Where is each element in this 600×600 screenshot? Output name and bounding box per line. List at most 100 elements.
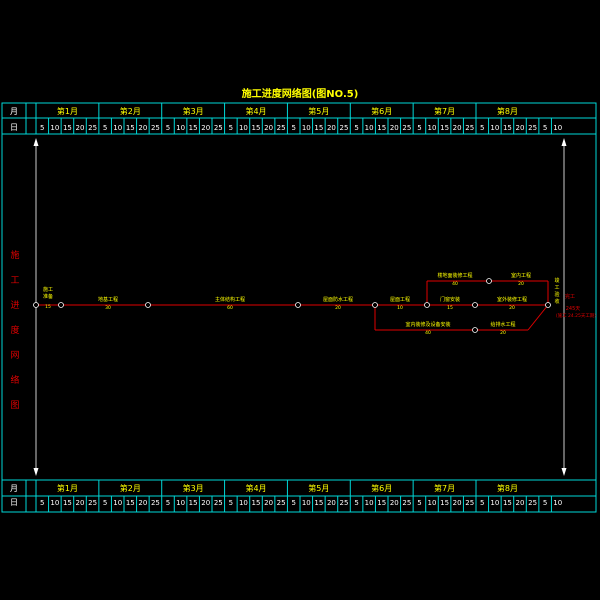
day-label: 15: [63, 124, 72, 132]
activity-line: [527, 304, 549, 331]
day-label: 10: [113, 124, 122, 132]
day-label: 20: [516, 124, 525, 132]
side-title-char: 进: [10, 300, 19, 311]
month-label: 第6月: [371, 106, 392, 116]
day-label: 20: [327, 499, 336, 507]
day-label: 15: [63, 499, 72, 507]
arrow-head: [33, 468, 39, 476]
day-label: 25: [402, 499, 411, 507]
day-label: 10: [490, 124, 499, 132]
task-label: 室内工程: [511, 272, 531, 279]
month-label: 第5月: [308, 483, 329, 493]
task-label: 楼地面装修工程: [437, 272, 472, 279]
month-label: 第1月: [57, 483, 78, 493]
task-duration: 40: [452, 281, 458, 287]
day-label: 5: [354, 499, 358, 507]
day-label: 10: [50, 124, 59, 132]
event-node: [58, 302, 64, 308]
task-duration: 15: [45, 304, 51, 310]
month-label: 第8月: [497, 483, 518, 493]
day-label: 25: [214, 124, 223, 132]
day-label: 10: [365, 499, 374, 507]
day-label: 25: [151, 124, 160, 132]
task-label: 主体结构工程: [215, 296, 245, 303]
day-label: 5: [354, 124, 358, 132]
event-node: [545, 302, 551, 308]
day-label: 5: [417, 499, 421, 507]
month-row-label: 月: [10, 107, 18, 116]
side-title-char: 网: [10, 350, 19, 361]
event-node: [424, 302, 430, 308]
day-label: 5: [543, 124, 547, 132]
side-title-char: 络: [10, 374, 19, 386]
day-label: 10: [302, 124, 311, 132]
day-label: 10: [176, 124, 185, 132]
day-label: 10: [553, 499, 562, 507]
task-label: 室内装修及设备安装: [405, 321, 450, 328]
month-label: 第3月: [183, 106, 204, 116]
day-label: 10: [239, 499, 248, 507]
day-label: 25: [214, 499, 223, 507]
task-label: 验: [554, 291, 559, 298]
task-duration: 20: [500, 330, 506, 336]
day-label: 25: [277, 124, 286, 132]
day-label: 5: [103, 124, 107, 132]
day-label: 25: [340, 124, 349, 132]
event-node: [295, 302, 301, 308]
network-diagram-canvas: 施工进度网络图(图NO.5) 月日第1月5 10 15 20 25第2月5 10 15 20 2…: [1, 87, 597, 513]
day-label: 20: [138, 499, 147, 507]
day-label: 10: [239, 124, 248, 132]
event-node: [472, 327, 478, 333]
day-label: 20: [390, 124, 399, 132]
side-title-char: 度: [10, 324, 19, 336]
task-duration: 15: [447, 305, 453, 311]
day-label: 25: [277, 499, 286, 507]
month-label: 第6月: [371, 483, 392, 493]
task-label: 地基工程: [98, 296, 118, 303]
day-label: 5: [480, 499, 484, 507]
day-label: 20: [138, 124, 147, 132]
day-label: 20: [201, 499, 210, 507]
day-label: 15: [126, 499, 135, 507]
task-duration: 10: [397, 305, 403, 311]
day-label: 15: [503, 124, 512, 132]
day-label: 10: [428, 499, 437, 507]
event-node: [145, 302, 151, 308]
day-label: 10: [365, 124, 374, 132]
event-node: [33, 302, 39, 308]
month-label: 第1月: [57, 106, 78, 116]
day-label: 20: [327, 124, 336, 132]
end-note: 245天: [566, 306, 581, 312]
day-label: 5: [417, 124, 421, 132]
day-label: 25: [340, 499, 349, 507]
arrow-head: [561, 138, 567, 146]
month-label: 第4月: [245, 106, 266, 116]
task-label: 屋面防水工程: [323, 296, 353, 303]
task-labels: 施工准备 15 地基工程 30 主体结构工程 60 屋面防水工程 20 屋面工程 10 门窗安装 15…: [43, 272, 596, 336]
day-label: 15: [440, 499, 449, 507]
task-duration: 20: [509, 305, 515, 311]
task-label: 工: [554, 285, 559, 291]
month-label: 第7月: [434, 106, 455, 116]
day-label: 15: [314, 124, 323, 132]
day-label: 5: [543, 499, 547, 507]
day-label: 15: [252, 124, 261, 132]
task-duration: 40: [425, 330, 431, 336]
end-note: 完工: [565, 293, 575, 300]
day-label: 5: [166, 499, 170, 507]
task-label: 给排水工程: [490, 321, 515, 328]
day-label: 15: [314, 499, 323, 507]
day-label: 5: [229, 124, 233, 132]
day-label: 25: [151, 499, 160, 507]
page-title: 施工进度网络图(图NO.5): [242, 87, 359, 100]
month-row-label: 月: [10, 484, 18, 493]
network-lines: [33, 138, 567, 476]
side-title: 施工进度网络图: [10, 249, 19, 411]
day-label: 25: [88, 499, 97, 507]
task-duration: 30: [105, 305, 111, 311]
day-label: 20: [201, 124, 210, 132]
day-label: 20: [264, 499, 273, 507]
task-label: 屋面工程: [390, 296, 410, 303]
day-label: 10: [176, 499, 185, 507]
day-label: 15: [189, 124, 198, 132]
